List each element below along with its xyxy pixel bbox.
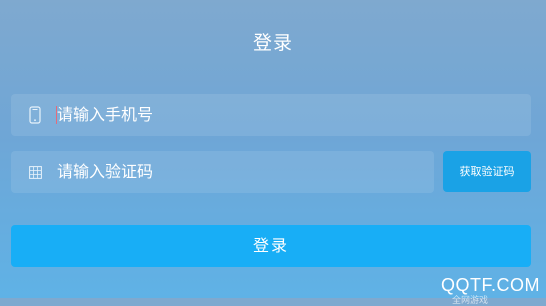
mobile-phone-icon [27, 105, 43, 125]
phone-field[interactable]: 请输入手机号 [11, 94, 531, 136]
verification-code-field[interactable]: 请输入验证码 [11, 151, 434, 193]
login-button[interactable]: 登录 [11, 225, 531, 267]
grid-code-icon [27, 162, 43, 182]
phone-placeholder: 请输入手机号 [57, 105, 154, 124]
page-title: 登录 [252, 32, 293, 54]
watermark-subtext: 全网游戏 [451, 296, 488, 306]
get-code-button[interactable]: 获取验证码 [443, 151, 531, 192]
code-placeholder: 请输入验证码 [57, 162, 154, 181]
